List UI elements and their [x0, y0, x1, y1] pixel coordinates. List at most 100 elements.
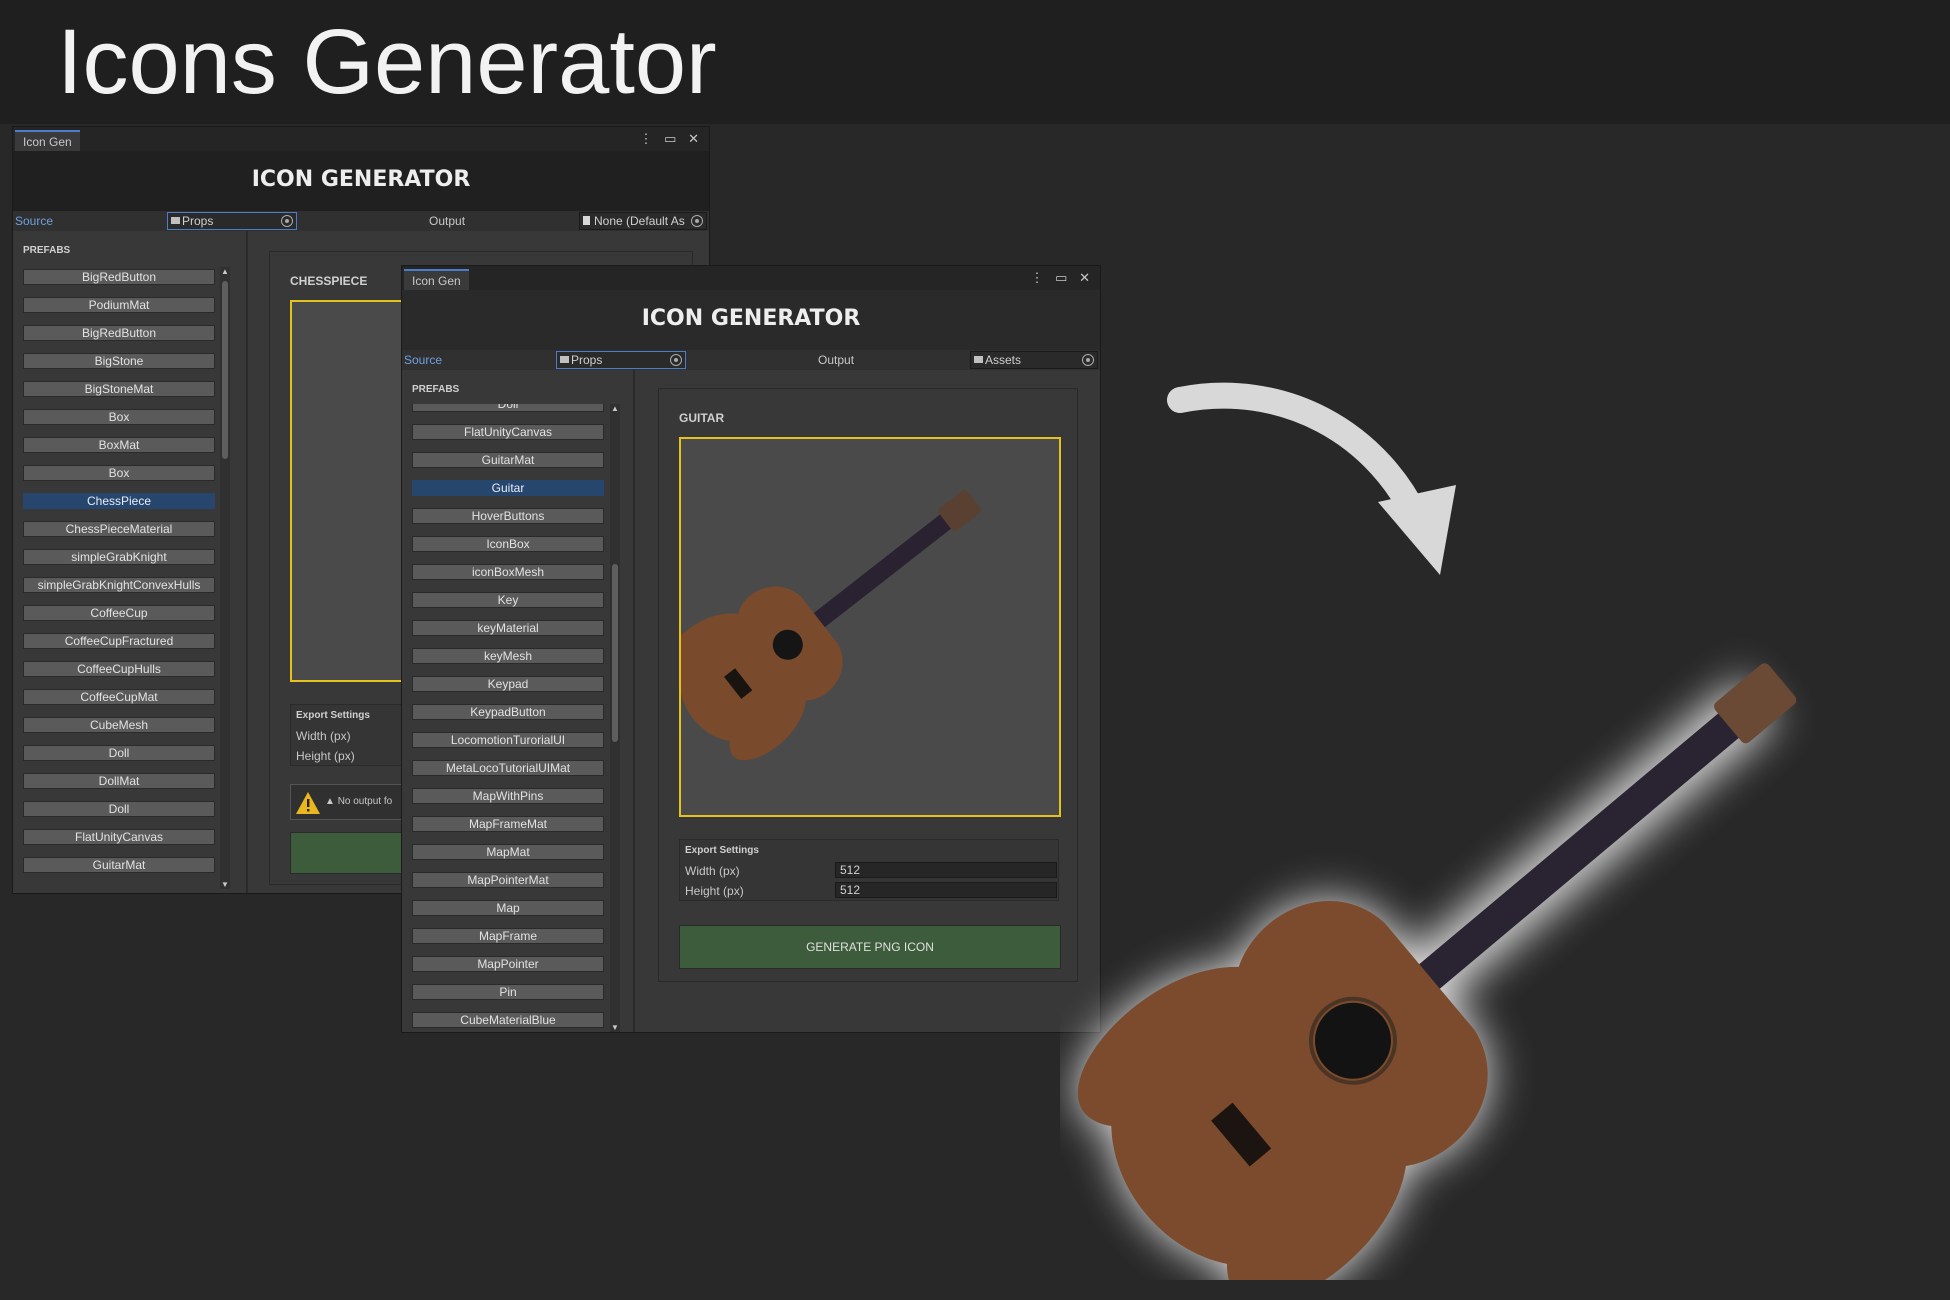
prefab-item[interactable]: KeypadButton [412, 704, 604, 720]
more-icon[interactable]: ⋮ [1031, 270, 1048, 285]
prefab-item[interactable]: ChessPieceMaterial [23, 521, 215, 537]
scroll-down-icon[interactable]: ▼ [611, 1023, 619, 1032]
export-settings-title: Export Settings [296, 710, 370, 721]
prefab-item[interactable]: PodiumMat [23, 297, 215, 313]
prefab-item[interactable]: GuitarMat [412, 452, 604, 468]
window-controls[interactable]: ⋮ ▭ ✕ [640, 131, 703, 147]
panel-divider[interactable] [246, 231, 248, 893]
tab-bar: Icon Gen ⋮ ▭ ✕ [13, 127, 709, 151]
prefab-item[interactable]: keyMesh [412, 648, 604, 664]
target-icon[interactable] [691, 215, 703, 227]
target-icon[interactable] [281, 215, 293, 227]
source-label: Source [404, 353, 443, 367]
prefab-item[interactable]: IconBox [412, 536, 604, 552]
prefab-item[interactable]: GuitarMat [23, 857, 215, 873]
prefab-item[interactable]: FlatUnityCanvas [412, 424, 604, 440]
prefab-item[interactable]: LocomotionTurorialUI [412, 732, 604, 748]
source-value: Props [182, 214, 214, 228]
prefab-item[interactable]: BigStoneMat [23, 381, 215, 397]
height-label: Height (px) [685, 884, 744, 898]
output-field[interactable]: Assets [970, 351, 1098, 369]
prefab-item[interactable]: ChessPiece [23, 493, 215, 509]
scroll-thumb[interactable] [222, 281, 228, 459]
folder-icon [560, 356, 569, 363]
warning-icon [296, 792, 320, 814]
height-input[interactable]: 512 [835, 882, 1057, 898]
prefab-item[interactable]: MetaLocoTutorialUIMat [412, 760, 604, 776]
width-input[interactable]: 512 [835, 862, 1057, 878]
list-scrollbar[interactable]: ▲ ▼ [220, 267, 230, 889]
prefab-item[interactable]: MapPointer [412, 956, 604, 972]
prefab-item[interactable]: HoverButtons [412, 508, 604, 524]
window-controls[interactable]: ⋮ ▭ ✕ [1031, 270, 1094, 286]
prefab-item[interactable]: Guitar [412, 480, 604, 496]
generate-png-icon-button[interactable]: GENERATE PNG ICON [679, 925, 1061, 969]
scroll-up-icon[interactable]: ▲ [611, 404, 619, 413]
header: ICON GENERATOR [402, 290, 1100, 350]
prefab-list: BigRedButton PodiumMat BigRedButton BigSton… [13, 267, 219, 889]
scroll-up-icon[interactable]: ▲ [221, 267, 229, 276]
prefab-list-panel: PREFABS Doll FlatUnityCanvas GuitarMat Guit… [402, 370, 622, 1032]
source-field[interactable]: Props [556, 351, 686, 369]
prefab-item[interactable]: Key [412, 592, 604, 608]
selected-prefab-name: GUITAR [679, 411, 725, 425]
scroll-thumb[interactable] [612, 564, 618, 742]
header: ICON GENERATOR [13, 151, 709, 211]
target-icon[interactable] [1082, 354, 1094, 366]
output-field[interactable]: None (Default As [579, 212, 707, 230]
prefab-item[interactable]: CubeMesh [23, 717, 215, 733]
prefab-item[interactable]: CoffeeCupMat [23, 689, 215, 705]
prefab-item[interactable]: MapFrameMat [412, 816, 604, 832]
prefab-item[interactable]: CoffeeCupFractured [23, 633, 215, 649]
prefab-item[interactable]: BigStone [23, 353, 215, 369]
more-icon[interactable]: ⋮ [640, 131, 657, 146]
prefab-item[interactable]: Keypad [412, 676, 604, 692]
prefab-item[interactable]: Box [23, 409, 215, 425]
prefab-item[interactable]: MapFrame [412, 928, 604, 944]
prefab-item[interactable]: MapMat [412, 844, 604, 860]
guitar-image [1077, 663, 1797, 1280]
prefab-item[interactable]: MapPointerMat [412, 872, 604, 888]
warning-text: ▲ No output fo [325, 796, 393, 807]
prefab-item[interactable]: CubeMaterialBlue [412, 1012, 604, 1028]
tab-bar: Icon Gen ⋮ ▭ ✕ [402, 266, 1100, 290]
maximize-icon[interactable]: ▭ [1055, 270, 1071, 285]
prefab-item[interactable]: simpleGrabKnight [23, 549, 215, 565]
width-label: Width (px) [296, 729, 351, 743]
prefab-item[interactable]: Doll [412, 404, 604, 412]
prefab-item[interactable]: CoffeeCupHulls [23, 661, 215, 677]
prefab-item[interactable]: BigRedButton [23, 269, 215, 285]
header-title: ICON GENERATOR [641, 306, 861, 331]
document-icon [583, 216, 590, 225]
target-icon[interactable] [670, 354, 682, 366]
maximize-icon[interactable]: ▭ [664, 131, 680, 146]
prefab-item[interactable]: BoxMat [23, 437, 215, 453]
list-scrollbar[interactable]: ▲ ▼ [610, 404, 620, 1032]
prefab-item[interactable]: keyMaterial [412, 620, 604, 636]
close-icon[interactable]: ✕ [1079, 270, 1094, 285]
prefab-item[interactable]: iconBoxMesh [412, 564, 604, 580]
source-label: Source [15, 214, 54, 228]
source-field[interactable]: Props [167, 212, 297, 230]
prefab-item[interactable]: Doll [23, 745, 215, 761]
output-value: None (Default As [594, 214, 685, 228]
prefab-item[interactable]: DollMat [23, 773, 215, 789]
prefab-item[interactable]: MapWithPins [412, 788, 604, 804]
prefab-item[interactable]: Doll [23, 801, 215, 817]
prefab-item[interactable]: Pin [412, 984, 604, 1000]
prefab-item[interactable]: CoffeeCup [23, 605, 215, 621]
close-icon[interactable]: ✕ [688, 131, 703, 146]
panel-divider[interactable] [633, 370, 635, 1032]
folder-icon [974, 356, 983, 363]
preview-panel: GUITAR Export Settings Width (px) 512 He… [658, 388, 1078, 982]
tab-icon-gen[interactable]: Icon Gen [404, 269, 469, 290]
prefab-item[interactable]: Map [412, 900, 604, 916]
prefab-item[interactable]: simpleGrabKnightConvexHulls [23, 577, 215, 593]
prefab-item[interactable]: Box [23, 465, 215, 481]
scroll-down-icon[interactable]: ▼ [221, 880, 229, 889]
tab-icon-gen[interactable]: Icon Gen [15, 130, 80, 151]
source-value: Props [571, 353, 603, 367]
source-row: Source Props Output Assets [402, 350, 1100, 370]
prefab-item[interactable]: BigRedButton [23, 325, 215, 341]
prefab-item[interactable]: FlatUnityCanvas [23, 829, 215, 845]
